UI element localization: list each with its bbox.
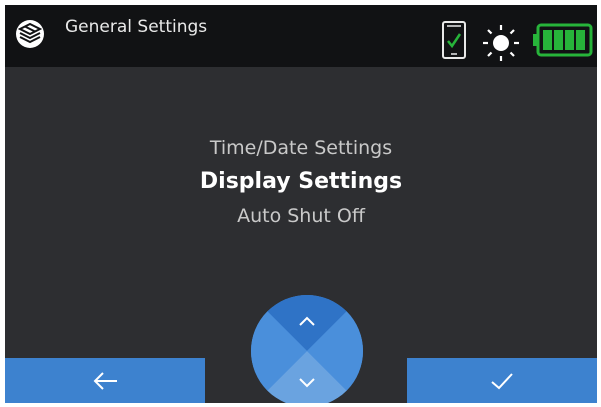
battery-full-icon [533, 23, 593, 57]
back-button[interactable] [5, 358, 205, 403]
menu-item-auto-shut-off[interactable]: Auto Shut Off [5, 199, 597, 233]
phone-connected-icon [442, 21, 466, 59]
confirm-button[interactable] [407, 358, 597, 403]
logo-icon [16, 20, 44, 48]
brightness-icon[interactable] [481, 23, 521, 63]
navigation-pad [251, 295, 363, 403]
header-bar: General Settings [5, 5, 597, 67]
menu-item-display[interactable]: Display Settings [5, 165, 597, 199]
checkmark-icon [491, 372, 513, 389]
device-screen: General Settings Time/Date Settings Disp… [5, 5, 597, 403]
arrow-left-icon [93, 371, 117, 390]
settings-menu: Time/Date Settings Display Settings Auto… [5, 131, 597, 233]
menu-item-time-date[interactable]: Time/Date Settings [5, 131, 597, 165]
page-title: General Settings [65, 17, 208, 37]
